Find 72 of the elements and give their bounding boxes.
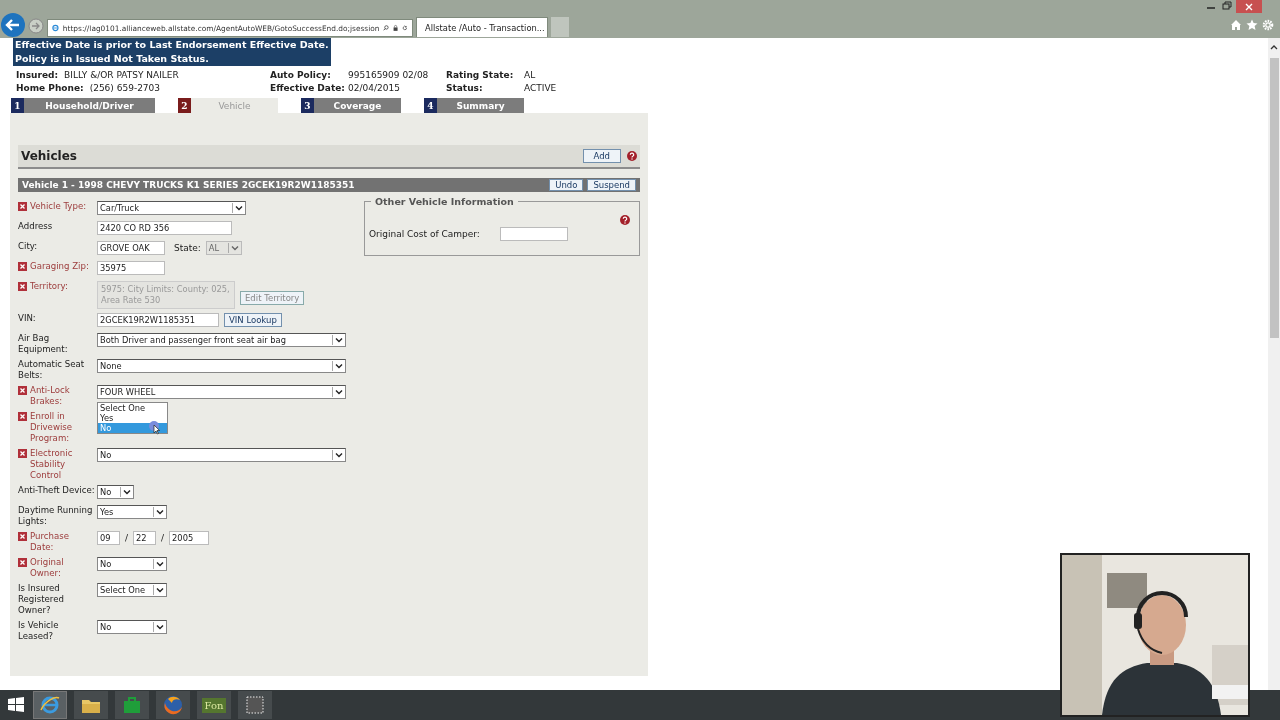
year-field[interactable]: 2005	[169, 531, 210, 545]
input-field[interactable]: 2GCEK19R2W1185351	[97, 313, 219, 327]
field-label: Is Insured Registered Owner?	[18, 583, 65, 616]
info-label: Effective Date:	[270, 83, 342, 93]
step-tab[interactable]: Coverage	[314, 98, 401, 113]
dropdown[interactable]: No	[97, 620, 167, 634]
banner-text: Effective Date is prior to Last Endorsement Effective Date.	[15, 38, 329, 52]
step-number: 3	[301, 98, 314, 113]
input-field[interactable]: 2420 CO RD 356	[97, 221, 232, 235]
taskbar-item[interactable]: Fon	[197, 691, 231, 719]
dropdown[interactable]: Select One	[97, 583, 167, 597]
field-label: State:	[174, 242, 201, 255]
field-label: Daytime Running Lights:	[18, 505, 94, 527]
input-field[interactable]: 35975	[97, 261, 165, 275]
field-label: Is Vehicle Leased?	[18, 620, 60, 642]
field-label: Electronic Stability Control	[30, 448, 74, 481]
dropdown[interactable]: No	[97, 557, 167, 571]
field-label: Automatic Seat Belts:	[18, 359, 86, 381]
field-label: Territory:	[30, 281, 68, 292]
field-label: Enroll in Drivewise Program:	[30, 411, 74, 444]
section-title: Vehicles	[21, 149, 78, 163]
undo-button[interactable]: Undo	[549, 179, 584, 191]
field-label: Address	[18, 221, 53, 232]
field-label: Vehicle Type:	[30, 201, 87, 212]
dropdown[interactable]: Car/Truck	[97, 201, 246, 215]
input-field[interactable]: GROVE OAK	[97, 241, 165, 255]
info-value: ACTIVE	[524, 83, 557, 93]
info-label: Insured:	[16, 70, 59, 80]
info-value: 02/04/2015	[348, 83, 400, 93]
info-value: AL	[524, 70, 536, 80]
panel-title: Other Vehicle Information	[374, 196, 515, 207]
day-field[interactable]: 22	[133, 531, 157, 545]
info-value: (256) 659-2703	[89, 83, 161, 93]
dropdown[interactable]: Yes	[97, 505, 167, 519]
field-label: Garaging Zip:	[30, 261, 89, 272]
info-label: Auto Policy:	[270, 70, 332, 80]
step-number: 1	[11, 98, 24, 113]
step-number: 2	[178, 98, 191, 113]
suspend-button[interactable]: Suspend	[587, 179, 636, 191]
territory-field: 5975: City Limits: County: 025, Area Rate 530	[97, 281, 235, 309]
date-separator: /	[125, 532, 129, 545]
step-tab[interactable]: Summary	[437, 98, 524, 113]
info-label: Rating State:	[446, 70, 515, 80]
date-separator: /	[161, 532, 165, 545]
field-label: Anti-Lock Brakes:	[30, 385, 71, 407]
info-value: 995165909 02/08	[348, 70, 429, 80]
vehicle-title: Vehicle 1 - 1998 CHEVY TRUCKS K1 SERIES 2GCEK19R2W1185351	[22, 180, 356, 190]
dropdown-option[interactable]: Yes	[98, 413, 167, 423]
step-tab[interactable]: Household/Driver	[24, 98, 155, 113]
info-label: Status:	[446, 83, 484, 93]
field-label: Original Owner:	[30, 557, 65, 579]
dropdown-option[interactable]: Select One	[98, 403, 167, 413]
app-label: Fon	[201, 697, 227, 713]
dropdown[interactable]: Both Driver and passenger front seat air bag	[97, 333, 346, 347]
lookup-button[interactable]: VIN Lookup	[224, 313, 282, 327]
field-label: VIN:	[18, 313, 36, 324]
browser-tab[interactable]: Allstate /Auto - Transaction...	[416, 17, 548, 37]
month-field[interactable]: 09	[97, 531, 120, 545]
field-label: City:	[18, 241, 38, 252]
field-label: Purchase Date:	[30, 531, 71, 553]
step-number: 4	[424, 98, 437, 113]
dropdown[interactable]: FOUR WHEEL	[97, 385, 346, 399]
add-button[interactable]: Add	[582, 149, 621, 163]
field-label: Anti-Theft Device:	[18, 485, 95, 496]
dropdown[interactable]: No	[97, 485, 134, 499]
info-label: Home Phone:	[16, 83, 84, 93]
field-label: Original Cost of Camper:	[369, 229, 480, 239]
dropdown[interactable]: None	[97, 359, 346, 373]
dropdown[interactable]: No	[97, 448, 346, 462]
field-label: Air Bag Equipment:	[18, 333, 69, 355]
banner-text: Policy is in Issued Not Taken Status.	[15, 52, 210, 66]
info-value: BILLY &/OR PATSY NAILER	[64, 70, 179, 80]
